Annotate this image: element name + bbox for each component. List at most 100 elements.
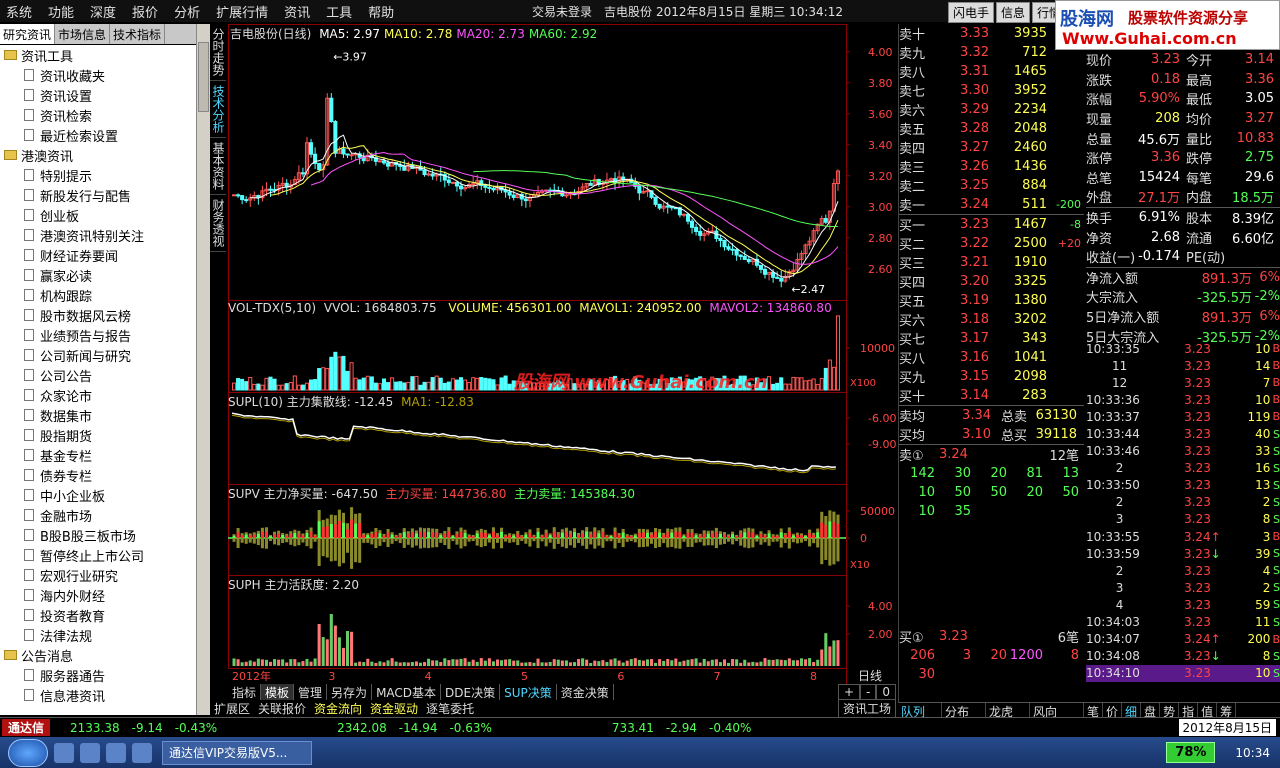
tree-item[interactable]: 公司公告 xyxy=(0,365,196,385)
media-icon[interactable] xyxy=(80,742,100,763)
ask-row[interactable]: 卖八 3.31 1465 xyxy=(899,62,1084,81)
taskbar-app-button[interactable]: 通达信VIP交易版V5... xyxy=(162,740,312,765)
tab-detail[interactable]: 细 xyxy=(1122,703,1142,719)
tree-item[interactable]: 信息港资讯 xyxy=(0,685,196,705)
tab-template[interactable]: 模板 xyxy=(261,683,295,701)
ask-row[interactable]: 卖七 3.30 3952 xyxy=(899,81,1084,100)
menu-tools[interactable]: 工具 xyxy=(326,2,352,21)
menu-ext-market[interactable]: 扩展行情 xyxy=(216,2,268,21)
tree-item[interactable]: 债券专栏 xyxy=(0,465,196,485)
tree-item[interactable]: 机构跟踪 xyxy=(0,285,196,305)
ext-related-quote[interactable]: 关联报价 xyxy=(254,700,310,717)
tree-item[interactable]: 金融市场 xyxy=(0,505,196,525)
info-workshop[interactable]: 资讯工场 xyxy=(837,698,896,718)
tree-item[interactable]: 股指期货 xyxy=(0,425,196,445)
scrollbar-thumb[interactable] xyxy=(198,42,209,112)
bid-row[interactable]: 买九 3.15 2098 xyxy=(899,367,1084,386)
clock[interactable]: 10:34 xyxy=(1235,746,1270,760)
bid-row[interactable]: 买七 3.17 343 xyxy=(899,329,1084,348)
bid-row[interactable]: 买八 3.16 1041 xyxy=(899,348,1084,367)
bid-row[interactable]: 买二 3.22 2500 +20 xyxy=(899,234,1084,253)
vtab-fundamentals[interactable]: 基本资料 xyxy=(210,138,226,195)
tree-item[interactable]: 资讯检索 xyxy=(0,105,196,125)
ask-row[interactable]: 卖三 3.26 1436 xyxy=(899,157,1084,176)
tab-market-info[interactable]: 市场信息 xyxy=(55,24,111,44)
tree-item[interactable]: 财经证券要闻 xyxy=(0,245,196,265)
tab-price[interactable]: 价 xyxy=(1103,703,1123,719)
tab-distribution[interactable]: 分布 xyxy=(942,703,986,719)
tree-item[interactable]: 数据集市 xyxy=(0,405,196,425)
tree-item[interactable]: 投资者教育 xyxy=(0,605,196,625)
chart-area[interactable]: 4.00 3.80 3.60 3.40 3.20 3.00 2.80 2.60 ←3.97 ←2.… xyxy=(228,24,896,684)
tree-item[interactable]: 新股发行与配售 xyxy=(0,185,196,205)
tab-tech-indicators[interactable]: 技术指标 xyxy=(110,24,166,44)
tree-item[interactable]: 创业板 xyxy=(0,205,196,225)
tab-wind[interactable]: 风向 xyxy=(1030,703,1084,719)
bid-row[interactable]: 买一 3.23 1467 -8 xyxy=(899,215,1084,234)
bid-row[interactable]: 买十 3.14 283 xyxy=(899,386,1084,405)
tree-item[interactable]: 基金专栏 xyxy=(0,445,196,465)
menu-analysis[interactable]: 分析 xyxy=(174,2,200,21)
ie-icon[interactable] xyxy=(106,742,126,763)
tab-macd[interactable]: MACD基本 xyxy=(372,683,442,701)
ext-tick-orders[interactable]: 逐笔委托 xyxy=(422,700,478,717)
tab-indicator[interactable]: 指标 xyxy=(228,683,262,701)
menu-quote[interactable]: 报价 xyxy=(132,2,158,21)
tree-item[interactable]: 最近检索设置 xyxy=(0,125,196,145)
menu-system[interactable]: 系统 xyxy=(6,2,32,21)
tree-item[interactable]: 业绩预告与报告 xyxy=(0,325,196,345)
tree-item[interactable]: 特别提示 xyxy=(0,165,196,185)
vtab-financials[interactable]: 财务透视 xyxy=(210,195,226,252)
tree-folder[interactable]: 资讯工具 xyxy=(0,45,196,65)
start-orb-icon[interactable] xyxy=(8,738,48,767)
ask-row[interactable]: 卖十 3.33 3935 xyxy=(899,24,1084,43)
tree-item[interactable]: 海内外财经 xyxy=(0,585,196,605)
tab-dragon-tiger[interactable]: 龙虎 xyxy=(986,703,1030,719)
tab-index[interactable]: 指 xyxy=(1179,703,1199,719)
ask-row[interactable]: 卖四 3.27 2460 xyxy=(899,138,1084,157)
tab-orderbook[interactable]: 盘 xyxy=(1141,703,1161,719)
folder-icon[interactable] xyxy=(132,742,152,763)
battery-indicator[interactable]: 78% xyxy=(1166,742,1216,763)
tree-item[interactable]: 港澳资讯特别关注 xyxy=(0,225,196,245)
bid-row[interactable]: 买三 3.21 1910 xyxy=(899,253,1084,272)
tab-chips[interactable]: 筹 xyxy=(1217,703,1237,719)
menu-info[interactable]: 资讯 xyxy=(284,2,310,21)
menu-help[interactable]: 帮助 xyxy=(368,2,394,21)
tree-item[interactable]: 法律法规 xyxy=(0,625,196,645)
tree-scrollbar[interactable] xyxy=(196,24,210,715)
ext-capital-drive[interactable]: 资金驱动 xyxy=(366,700,422,717)
bid-row[interactable]: 买五 3.19 1380 xyxy=(899,291,1084,310)
tree-item[interactable]: 服务器通告 xyxy=(0,665,196,685)
tab-dde[interactable]: DDE决策 xyxy=(441,683,501,701)
menu-function[interactable]: 功能 xyxy=(48,2,74,21)
tree-item[interactable]: 暂停终止上市公司 xyxy=(0,545,196,565)
tree-item[interactable]: 资讯收藏夹 xyxy=(0,65,196,85)
bid-row[interactable]: 买六 3.18 3202 xyxy=(899,310,1084,329)
explorer-icon[interactable] xyxy=(54,742,74,763)
menu-depth[interactable]: 深度 xyxy=(90,2,116,21)
tree-item[interactable]: B股B股三板市场 xyxy=(0,525,196,545)
ext-area[interactable]: 扩展区 xyxy=(210,700,254,717)
ask-row[interactable]: 卖六 3.29 2234 xyxy=(899,100,1084,119)
ask-row[interactable]: 卖一 3.24 511 -200 xyxy=(899,195,1084,214)
flash-trade-button[interactable]: 闪电手 xyxy=(948,2,995,23)
tab-queue[interactable]: 队列 xyxy=(898,703,942,719)
tree-item[interactable]: 中小企业板 xyxy=(0,485,196,505)
tab-trend[interactable]: 势 xyxy=(1160,703,1180,719)
tab-research-info[interactable]: 研究资讯 xyxy=(0,24,56,44)
ask-row[interactable]: 卖五 3.28 2048 xyxy=(899,119,1084,138)
tree-item[interactable]: 宏观行业研究 xyxy=(0,565,196,585)
bid-row[interactable]: 买四 3.20 3325 xyxy=(899,272,1084,291)
vtab-intraday[interactable]: 分时走势 xyxy=(210,24,226,81)
tree-folder[interactable]: 港澳资讯 xyxy=(0,145,196,165)
ask-row[interactable]: 卖二 3.25 884 xyxy=(899,176,1084,195)
vtab-technical[interactable]: 技术分析 xyxy=(210,81,226,138)
info-button[interactable]: 信息 xyxy=(996,2,1031,23)
ask-row[interactable]: 卖九 3.32 712 xyxy=(899,43,1084,62)
tab-capital[interactable]: 资金决策 xyxy=(557,683,614,701)
tree-folder[interactable]: 公告消息 xyxy=(0,645,196,665)
tree-item[interactable]: 公司新闻与研究 xyxy=(0,345,196,365)
tab-value[interactable]: 值 xyxy=(1198,703,1218,719)
tab-manage[interactable]: 管理 xyxy=(294,683,328,701)
